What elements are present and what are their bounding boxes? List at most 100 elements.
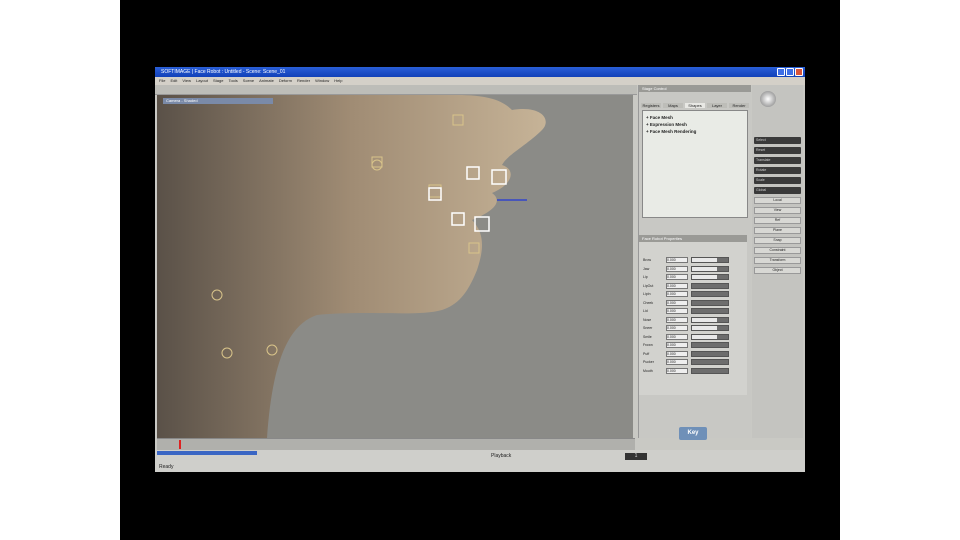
tool-button[interactable]: Plane	[754, 227, 801, 234]
menu-item[interactable]: Window	[315, 77, 329, 85]
playhead[interactable]	[179, 440, 181, 449]
param-row: Brow 0.000	[639, 256, 747, 265]
param-slider[interactable]	[691, 367, 729, 374]
frame-field[interactable]: 1	[625, 453, 647, 460]
param-slider[interactable]	[691, 308, 729, 315]
param-slider[interactable]	[691, 350, 729, 357]
status-text: Ready	[159, 464, 174, 470]
list-item[interactable]: + Face Mesh Rendering	[646, 128, 744, 135]
param-slider[interactable]	[691, 316, 729, 323]
viewport-toolbar	[155, 85, 637, 95]
tool-button[interactable]: Scale	[754, 177, 801, 184]
tab[interactable]: Layer	[707, 103, 727, 108]
menu-item[interactable]: Deform	[279, 77, 292, 85]
tool-button[interactable]: Transform	[754, 257, 801, 264]
menu-item[interactable]: Help	[334, 77, 342, 85]
tool-button[interactable]: Local	[754, 197, 801, 204]
param-value-field[interactable]: 0.000	[666, 257, 688, 264]
param-slider[interactable]	[691, 359, 729, 366]
param-slider[interactable]	[691, 265, 729, 272]
param-row: Nose 0.000	[639, 316, 747, 325]
panel-title: Stage Control	[639, 85, 751, 92]
param-slider[interactable]	[691, 257, 729, 264]
tab[interactable]: Maps	[663, 103, 683, 108]
param-value-field[interactable]: 0.000	[666, 291, 688, 298]
tool-button[interactable]: Rotate	[754, 167, 801, 174]
menu-item[interactable]: Edit	[170, 77, 177, 85]
viewport[interactable]: Camera - Shaded	[157, 95, 633, 438]
param-value-field[interactable]: 0.000	[666, 350, 688, 357]
param-value-field[interactable]: 0.000	[666, 333, 688, 340]
param-slider[interactable]	[691, 291, 729, 298]
tool-button[interactable]: Snap	[754, 237, 801, 244]
param-value-field[interactable]: 0.000	[666, 359, 688, 366]
stage-control-panel: Stage Control Registers Maps Shapes Layer Re…	[638, 85, 751, 440]
tool-button[interactable]: Reset	[754, 147, 801, 154]
param-row: Lip 0.000	[639, 273, 747, 282]
tab[interactable]: Registers	[641, 103, 661, 108]
tool-label: Scale	[756, 178, 765, 182]
viewport-label[interactable]: Camera - Shaded	[163, 98, 273, 104]
param-label: LipIn	[643, 292, 651, 297]
menu-bar: File Edit View Layout Stage Tools Scene Animate…	[155, 77, 805, 85]
tool-button[interactable]: Object	[754, 267, 801, 274]
tool-label: Reset	[756, 148, 766, 152]
param-value-field[interactable]: 0.000	[666, 367, 688, 374]
param-value-field[interactable]: 0.000	[666, 282, 688, 289]
param-label: LipOut	[643, 283, 654, 288]
param-value-field[interactable]: 0.000	[666, 316, 688, 323]
param-label: Pucker	[643, 360, 654, 365]
param-slider[interactable]	[691, 282, 729, 289]
param-row: Pucker 0.000	[639, 358, 747, 367]
param-value-field[interactable]: 0.000	[666, 308, 688, 315]
playback-bar: Ready Playback 1	[155, 450, 805, 472]
tab[interactable]: Render	[729, 103, 749, 108]
menu-item[interactable]: Stage	[213, 77, 223, 85]
param-row: Smile 0.000	[639, 333, 747, 342]
tool-label: Global	[756, 188, 767, 192]
param-row: Frown 0.000	[639, 341, 747, 350]
list-item[interactable]: + Face Mesh	[646, 114, 744, 121]
param-row: Mouth 0.000	[639, 367, 747, 376]
tool-button[interactable]: Global	[754, 187, 801, 194]
tool-button[interactable]: Translate	[754, 157, 801, 164]
camera-orbit-icon[interactable]	[760, 91, 776, 107]
close-button[interactable]	[795, 68, 803, 76]
tool-label: Rotate	[756, 168, 767, 172]
param-value-field[interactable]: 0.000	[666, 299, 688, 306]
param-slider[interactable]	[691, 325, 729, 332]
key-button[interactable]: Key	[679, 427, 707, 440]
param-slider[interactable]	[691, 299, 729, 306]
tool-button[interactable]: Ref	[754, 217, 801, 224]
param-value-field[interactable]: 0.000	[666, 325, 688, 332]
param-row: Puff 0.000	[639, 350, 747, 359]
minimize-button[interactable]	[777, 68, 785, 76]
menu-item[interactable]: View	[182, 77, 191, 85]
param-slider[interactable]	[691, 342, 729, 349]
param-label: Nose	[643, 317, 652, 322]
menu-item[interactable]: File	[159, 77, 165, 85]
tab[interactable]: Shapes	[685, 103, 705, 108]
properties-panel: Face Robot Properties Brow 0.000 Jaw 0.000 L…	[639, 235, 747, 395]
maximize-button[interactable]	[786, 68, 794, 76]
menu-item[interactable]: Tools	[228, 77, 237, 85]
param-value-field[interactable]: 0.000	[666, 265, 688, 272]
tool-button[interactable]: View	[754, 207, 801, 214]
menu-item[interactable]: Render	[297, 77, 310, 85]
stage-list: + Face Mesh + Expression Mesh + Face Mesh …	[642, 110, 748, 218]
param-row: LipIn 0.000	[639, 290, 747, 299]
progress-bar	[157, 451, 257, 455]
param-slider[interactable]	[691, 333, 729, 340]
param-value-field[interactable]: 0.000	[666, 342, 688, 349]
param-row: Jaw 0.000	[639, 265, 747, 274]
tool-label: Select	[756, 138, 766, 142]
param-slider[interactable]	[691, 274, 729, 281]
timeline[interactable]	[157, 438, 635, 450]
menu-item[interactable]: Scene	[243, 77, 254, 85]
list-item[interactable]: + Expression Mesh	[646, 121, 744, 128]
menu-item[interactable]: Layout	[196, 77, 208, 85]
param-value-field[interactable]: 0.000	[666, 274, 688, 281]
tool-button[interactable]: Select	[754, 137, 801, 144]
tool-button[interactable]: Constraint	[754, 247, 801, 254]
menu-item[interactable]: Animate	[259, 77, 274, 85]
